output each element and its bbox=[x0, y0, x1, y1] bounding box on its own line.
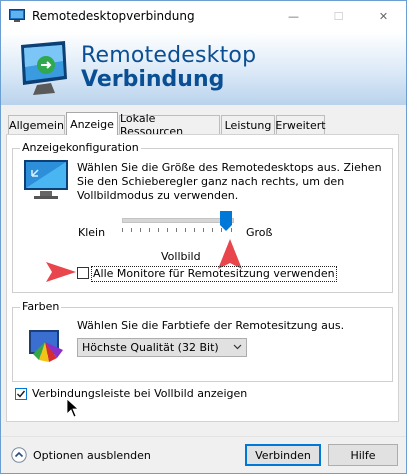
close-button[interactable]: ✕ bbox=[361, 1, 406, 32]
chevron-down-icon bbox=[233, 344, 242, 350]
monitor-size-icon bbox=[24, 160, 68, 199]
connect-button[interactable]: Verbinden bbox=[245, 444, 321, 466]
display-size-slider-track[interactable] bbox=[122, 218, 234, 223]
slider-tick bbox=[194, 228, 195, 232]
hide-options-link[interactable]: Optionen ausblenden bbox=[33, 449, 151, 462]
display-config-description: Wählen Sie die Größe des Remotedesktops … bbox=[77, 161, 382, 202]
minimize-icon: — bbox=[288, 10, 299, 23]
colors-group-title: Farben bbox=[20, 300, 62, 313]
help-button[interactable]: Hilfe bbox=[328, 444, 398, 466]
all-monitors-label[interactable]: Alle Monitore für Remotesitzung verwende… bbox=[91, 266, 337, 282]
slider-tick bbox=[185, 228, 186, 232]
footer-separator bbox=[1, 436, 406, 437]
tab-allgemein[interactable]: Allgemein bbox=[8, 115, 65, 134]
header-banner: Remotedesktop Verbindung bbox=[1, 32, 406, 105]
color-quality-value: Höchste Qualität (32 Bit) bbox=[82, 341, 219, 354]
slider-tick bbox=[176, 228, 177, 232]
slider-tick bbox=[203, 228, 204, 232]
collapse-options-icon[interactable] bbox=[11, 447, 27, 463]
all-monitors-checkbox[interactable] bbox=[77, 267, 89, 279]
remote-desktop-logo-icon bbox=[21, 41, 67, 95]
slider-value-label: Vollbild bbox=[161, 250, 201, 263]
tab-anzeige[interactable]: Anzeige bbox=[66, 112, 118, 135]
mouse-cursor-icon bbox=[67, 399, 79, 418]
window-title: Remotedesktopverbindung bbox=[32, 9, 195, 23]
slider-max-label: Groß bbox=[246, 226, 273, 239]
slider-min-label: Klein bbox=[78, 226, 106, 239]
tab-leistung[interactable]: Leistung bbox=[221, 115, 275, 134]
close-icon: ✕ bbox=[378, 10, 389, 23]
display-size-slider-thumb[interactable] bbox=[220, 211, 232, 231]
slider-tick bbox=[158, 228, 159, 232]
color-depth-icon bbox=[29, 330, 63, 362]
annotation-arrow-right-icon bbox=[46, 262, 76, 282]
slider-tick bbox=[149, 228, 150, 232]
slider-tick bbox=[122, 228, 123, 232]
display-config-group-title: Anzeigekonfiguration bbox=[20, 141, 141, 154]
remote-desktop-window: Remotedesktopverbindung — ☐ ✕ Remotedesk… bbox=[0, 0, 407, 474]
checkmark-icon bbox=[17, 390, 26, 398]
slider-tick bbox=[167, 228, 168, 232]
banner-title-line1: Remotedesktop bbox=[81, 43, 257, 68]
slider-tick bbox=[140, 228, 141, 232]
maximize-icon: ☐ bbox=[333, 10, 344, 23]
maximize-button[interactable]: ☐ bbox=[316, 1, 361, 32]
connection-bar-checkbox[interactable] bbox=[15, 388, 27, 400]
remote-desktop-app-icon bbox=[9, 9, 25, 22]
tab-erweitert[interactable]: Erweitert bbox=[275, 115, 326, 134]
tab-lokale-ressourcen[interactable]: Lokale Ressourcen bbox=[119, 112, 220, 138]
color-quality-select[interactable]: Höchste Qualität (32 Bit) bbox=[77, 338, 247, 357]
slider-tick bbox=[131, 228, 132, 232]
annotation-arrow-up-icon bbox=[218, 239, 242, 269]
colors-description: Wählen Sie die Farbtiefe der Remotesitzu… bbox=[77, 319, 345, 332]
minimize-button[interactable]: — bbox=[271, 1, 316, 32]
title-bar: Remotedesktopverbindung — ☐ ✕ bbox=[1, 1, 406, 32]
connection-bar-label[interactable]: Verbindungsleiste bei Vollbild anzeigen bbox=[32, 387, 247, 401]
banner-title-line2: Verbindung bbox=[81, 67, 225, 92]
slider-tick bbox=[212, 228, 213, 232]
